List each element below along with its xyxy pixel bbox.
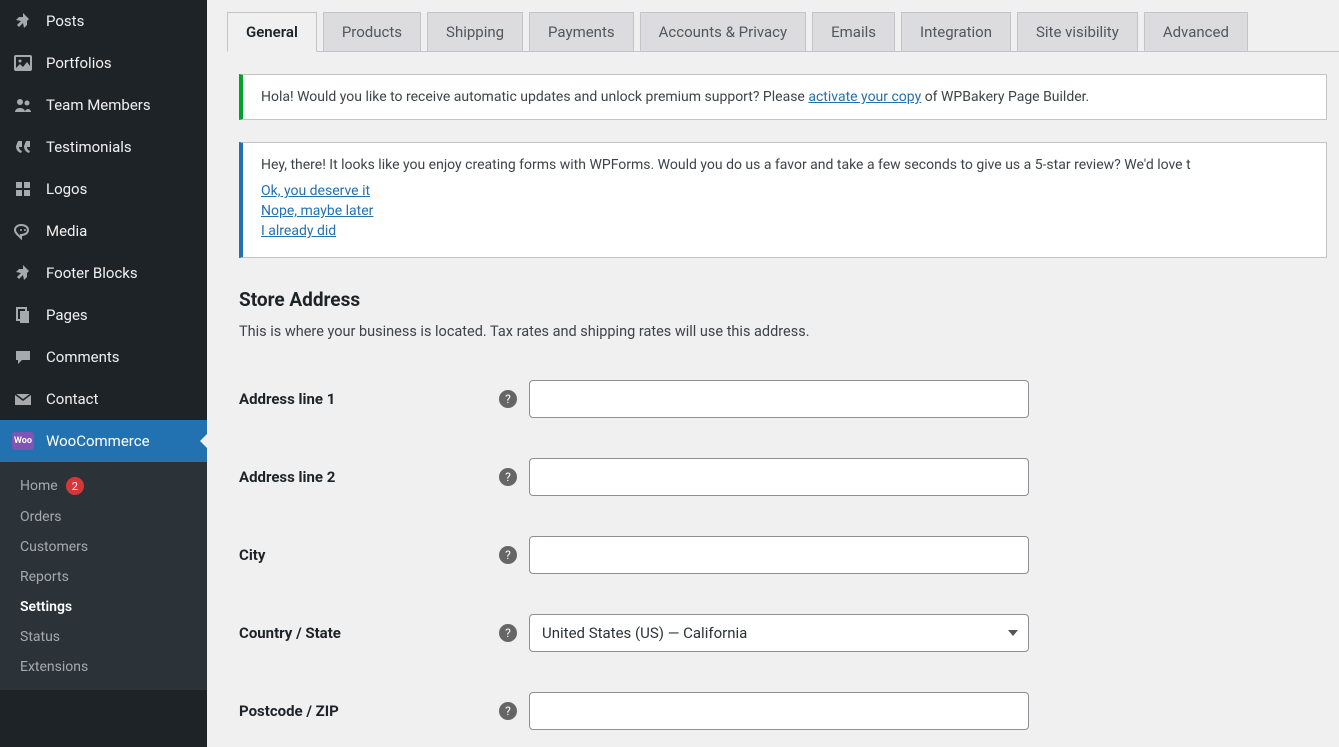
sidebar-item-woocommerce[interactable]: Woo WooCommerce	[0, 420, 207, 462]
tab-products[interactable]: Products	[323, 12, 421, 51]
address-line-2-input[interactable]	[529, 458, 1029, 496]
review-ok-link[interactable]: Ok, you deserve it	[261, 183, 370, 199]
label-country-state: Country / State	[239, 624, 499, 642]
submenu-item-reports[interactable]: Reports	[0, 562, 207, 592]
review-later-link[interactable]: Nope, maybe later	[261, 203, 373, 219]
quote-icon	[12, 136, 34, 158]
woocommerce-icon: Woo	[12, 430, 34, 452]
country-state-select[interactable]: United States (US) — California	[529, 614, 1029, 652]
submenu-item-label: Home	[20, 478, 58, 494]
copy-icon	[12, 304, 34, 326]
tab-payments[interactable]: Payments	[529, 12, 634, 51]
sidebar-item-posts[interactable]: Posts	[0, 0, 207, 42]
sidebar-item-label: Comments	[46, 348, 120, 366]
media-icon	[12, 220, 34, 242]
submenu-item-label: Status	[20, 629, 60, 645]
submenu-item-label: Orders	[20, 509, 62, 525]
tab-shipping[interactable]: Shipping	[427, 12, 523, 51]
sidebar-item-label: Contact	[46, 390, 98, 408]
sidebar-item-footer-blocks[interactable]: Footer Blocks	[0, 252, 207, 294]
tab-advanced[interactable]: Advanced	[1144, 12, 1248, 51]
label-city: City	[239, 546, 499, 564]
sidebar-item-pages[interactable]: Pages	[0, 294, 207, 336]
review-already-link[interactable]: I already did	[261, 223, 336, 239]
sidebar-item-label: Logos	[46, 180, 87, 198]
label-postcode: Postcode / ZIP	[239, 702, 499, 720]
count-badge: 2	[66, 477, 84, 495]
users-icon	[12, 94, 34, 116]
tab-emails[interactable]: Emails	[812, 12, 895, 51]
help-icon[interactable]: ?	[499, 390, 517, 408]
submenu-item-status[interactable]: Status	[0, 622, 207, 652]
grid-icon	[12, 178, 34, 200]
section-heading: Store Address	[239, 288, 1339, 311]
submenu-item-extensions[interactable]: Extensions	[0, 652, 207, 682]
sidebar-item-label: Posts	[46, 12, 84, 30]
label-address-2: Address line 2	[239, 468, 499, 486]
activate-copy-link[interactable]: activate your copy	[808, 89, 921, 105]
sidebar-item-portfolios[interactable]: Portfolios	[0, 42, 207, 84]
submenu-item-settings[interactable]: Settings	[0, 592, 207, 622]
submenu-item-home[interactable]: Home 2	[0, 470, 207, 502]
submenu-item-label: Settings	[20, 599, 72, 615]
pin-icon	[12, 262, 34, 284]
address-line-1-input[interactable]	[529, 380, 1029, 418]
tab-general[interactable]: General	[227, 12, 317, 52]
comment-icon	[12, 346, 34, 368]
help-icon[interactable]: ?	[499, 702, 517, 720]
help-icon[interactable]: ?	[499, 624, 517, 642]
sidebar-item-logos[interactable]: Logos	[0, 168, 207, 210]
mail-icon	[12, 388, 34, 410]
chevron-down-icon	[1008, 630, 1018, 636]
submenu-item-label: Reports	[20, 569, 69, 585]
sidebar-item-label: Team Members	[46, 96, 151, 114]
submenu-item-label: Customers	[20, 539, 88, 555]
sidebar-item-contact[interactable]: Contact	[0, 378, 207, 420]
help-icon[interactable]: ?	[499, 546, 517, 564]
sidebar-item-label: Footer Blocks	[46, 264, 138, 282]
sidebar-item-label: WooCommerce	[46, 432, 150, 450]
section-desc: This is where your business is located. …	[239, 323, 1339, 340]
notice-wpbakery: Hola! Would you like to receive automati…	[239, 74, 1327, 120]
sidebar-item-label: Media	[46, 222, 87, 240]
sidebar-item-comments[interactable]: Comments	[0, 336, 207, 378]
sidebar-item-label: Testimonials	[46, 138, 132, 156]
submenu-item-customers[interactable]: Customers	[0, 532, 207, 562]
sidebar-item-label: Pages	[46, 306, 88, 324]
pin-icon	[12, 10, 34, 32]
sidebar-item-testimonials[interactable]: Testimonials	[0, 126, 207, 168]
sidebar-item-media[interactable]: Media	[0, 210, 207, 252]
sidebar-item-team-members[interactable]: Team Members	[0, 84, 207, 126]
postcode-input[interactable]	[529, 692, 1029, 730]
sidebar-item-label: Portfolios	[46, 54, 112, 72]
city-input[interactable]	[529, 536, 1029, 574]
submenu-item-orders[interactable]: Orders	[0, 502, 207, 532]
tab-site-visibility[interactable]: Site visibility	[1017, 12, 1138, 51]
label-address-1: Address line 1	[239, 390, 499, 408]
notice-wpforms: Hey, there! It looks like you enjoy crea…	[239, 142, 1327, 258]
tab-integration[interactable]: Integration	[901, 12, 1011, 51]
image-icon	[12, 52, 34, 74]
tab-accounts-privacy[interactable]: Accounts & Privacy	[640, 12, 806, 51]
help-icon[interactable]: ?	[499, 468, 517, 486]
submenu-item-label: Extensions	[20, 659, 88, 675]
